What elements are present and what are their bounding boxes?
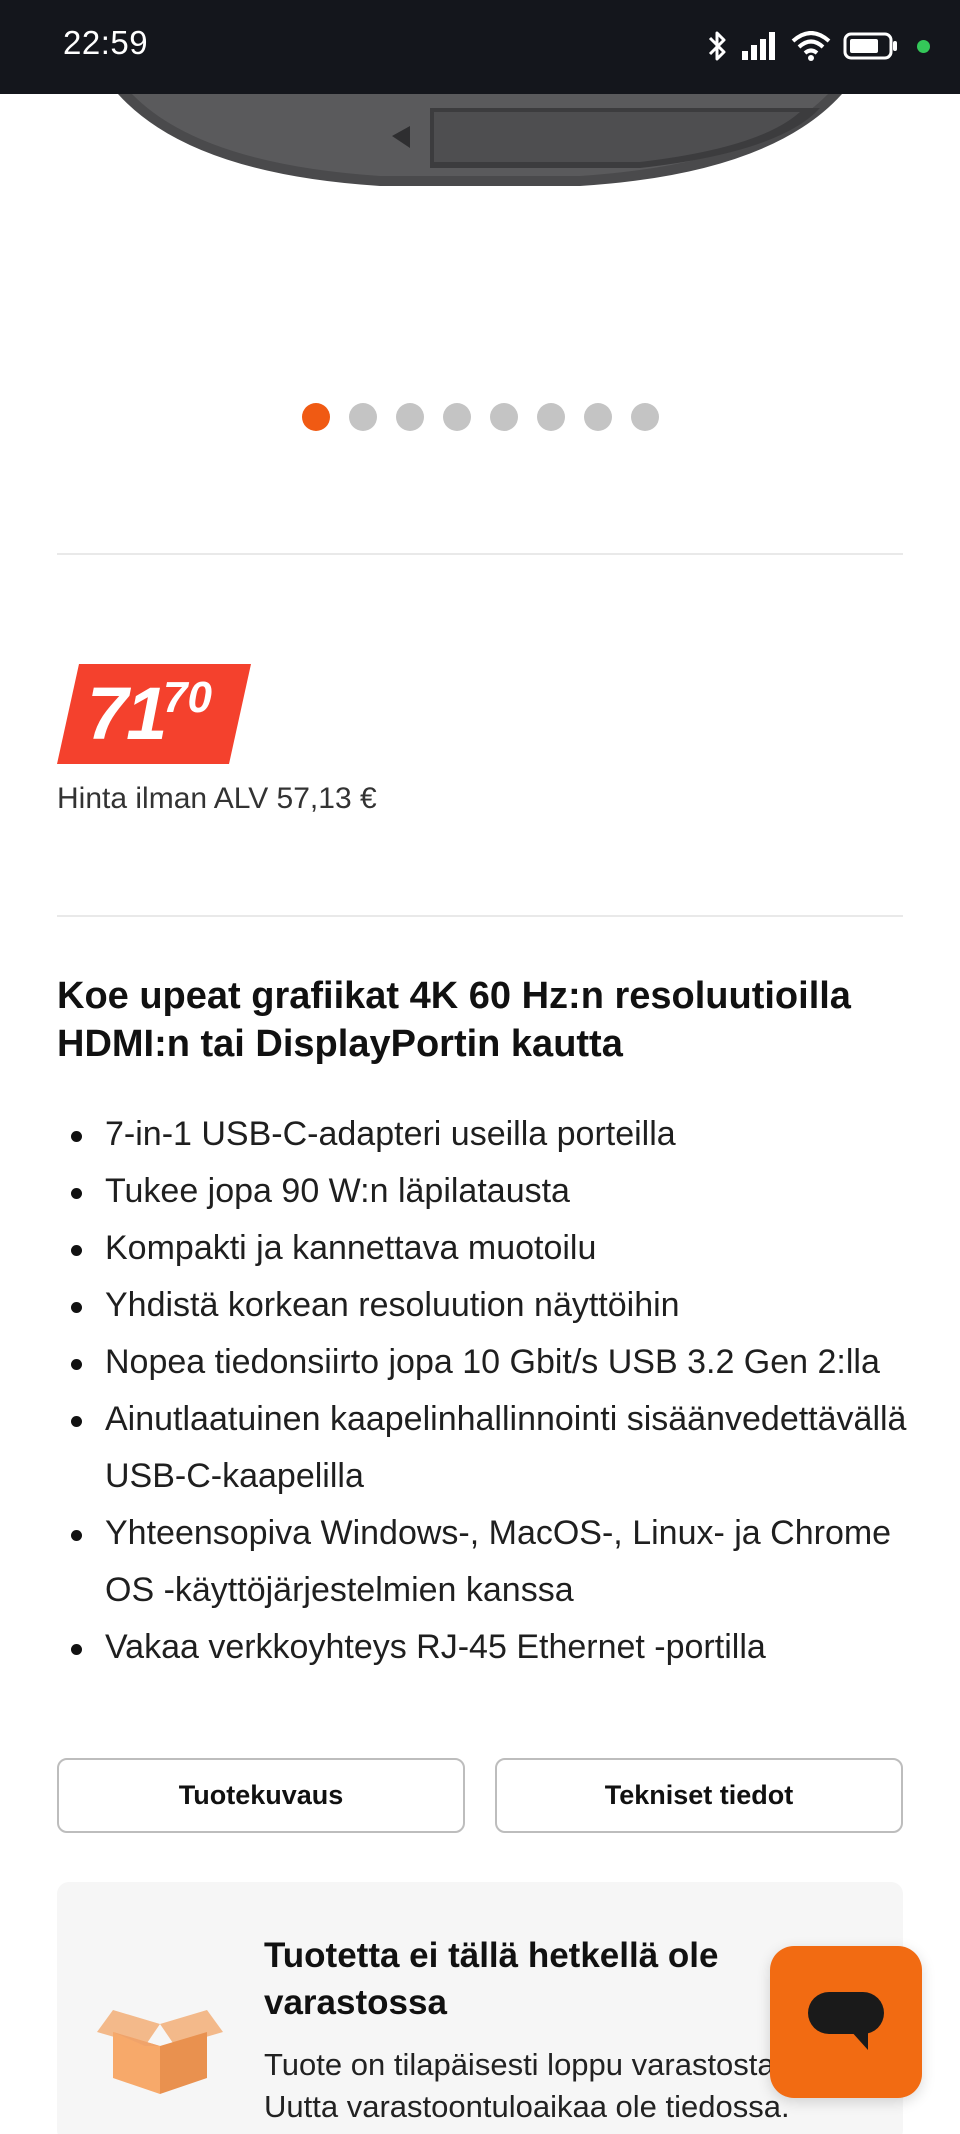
- status-time: 22:59: [63, 24, 149, 61]
- chat-bubble-icon: [808, 1992, 884, 2050]
- carousel-dot[interactable]: [301, 403, 330, 431]
- technical-specs-button[interactable]: Tekniset tiedot: [495, 1758, 903, 1833]
- feature-item: Nopea tiedonsiirto jopa 10 Gbit/s USB 3.…: [57, 1334, 917, 1391]
- product-image-graphic: [118, 94, 842, 186]
- stock-text: Tuote on tilapäisesti loppu varastosta. …: [264, 2047, 790, 2124]
- feature-item: Yhdistä korkean resoluution näyttöihin: [57, 1277, 917, 1334]
- price-euros: 71: [87, 672, 167, 755]
- feature-item: Kompakti ja kannettava muotoilu: [57, 1220, 917, 1277]
- feature-item: Yhteensopiva Windows-, MacOS-, Linux- ja…: [57, 1505, 917, 1619]
- product-image[interactable]: [0, 94, 960, 394]
- status-bar: 22:59: [0, 0, 960, 94]
- feature-item: 7-in-1 USB-C-adapteri useilla porteilla: [57, 1106, 917, 1163]
- feature-list: 7-in-1 USB-C-adapteri useilla porteilla T…: [57, 1106, 917, 1676]
- carousel-dot[interactable]: [536, 403, 565, 431]
- carousel-dot[interactable]: [583, 403, 612, 431]
- carousel-dots: [0, 403, 960, 431]
- price-cents: 70: [163, 673, 212, 722]
- divider: [57, 915, 903, 917]
- carousel-dot[interactable]: [489, 403, 518, 431]
- bluetooth-icon: [708, 31, 726, 61]
- feature-item: Ainutlaatuinen kaapelinhallinnointi sisä…: [57, 1391, 917, 1505]
- chat-button[interactable]: [770, 1946, 922, 2098]
- price-tag: 71 70: [57, 664, 251, 764]
- divider: [57, 553, 903, 555]
- carousel-dot[interactable]: [395, 403, 424, 431]
- carousel-dot[interactable]: [630, 403, 659, 431]
- stock-title: Tuotetta ei tällä hetkellä ole varastoss…: [264, 1936, 719, 2022]
- wifi-icon: [791, 31, 831, 61]
- status-icons: [707, 22, 930, 70]
- privacy-indicator: [917, 39, 930, 53]
- price-without-vat: Hinta ilman ALV 57,13 €: [57, 782, 377, 815]
- carousel-dot[interactable]: [348, 403, 377, 431]
- product-headline: Koe upeat grafiikat 4K 60 Hz:n resoluuti…: [57, 975, 851, 1065]
- signal-icon: [742, 32, 775, 60]
- box-icon: [97, 2010, 223, 2094]
- feature-item: Tukee jopa 90 W:n läpilatausta: [57, 1163, 917, 1220]
- feature-item: Vakaa verkkoyhteys RJ-45 Ethernet -porti…: [57, 1619, 917, 1676]
- battery-icon: [843, 32, 897, 60]
- carousel-dot[interactable]: [442, 403, 471, 431]
- product-description-button[interactable]: Tuotekuvaus: [57, 1758, 465, 1833]
